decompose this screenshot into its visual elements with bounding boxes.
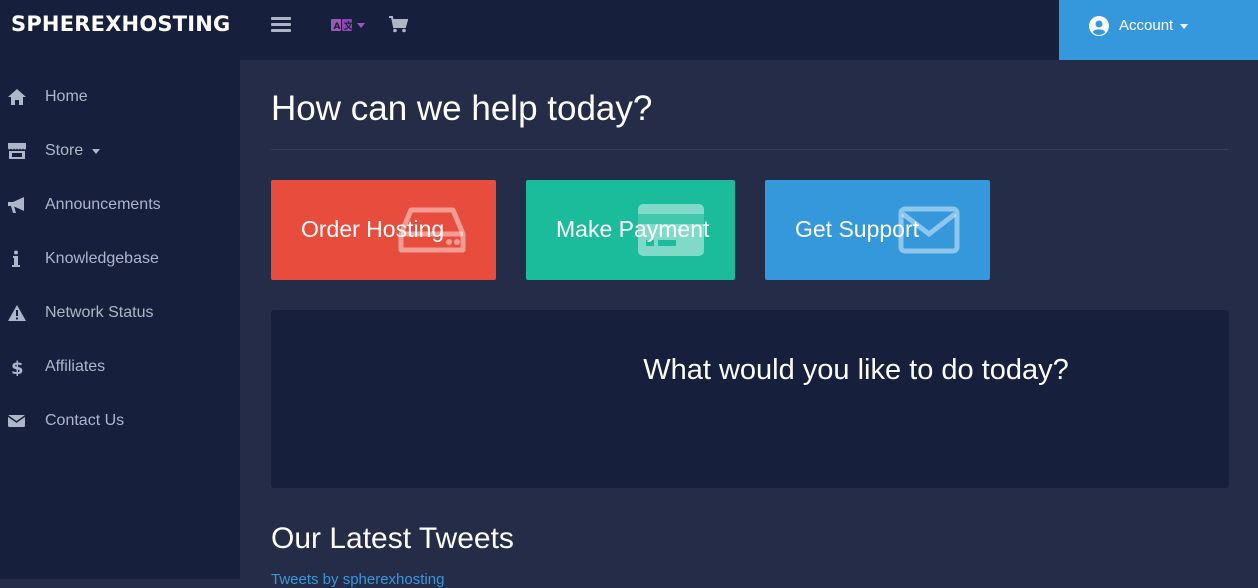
- actions-panel: What would you like to do today?: [271, 310, 1229, 488]
- account-label: Account: [1119, 17, 1174, 34]
- tweets-heading: Our Latest Tweets: [271, 522, 514, 555]
- sidebar-item-label: Store: [45, 142, 84, 159]
- order-hosting-button[interactable]: Order Hosting: [271, 180, 496, 280]
- top-bar: SPHEREXHOSTING A 文 Account: [0, 0, 1258, 60]
- panel-title: What would you like to do today?: [643, 354, 1069, 386]
- sidebar-item-home[interactable]: Home: [0, 70, 240, 124]
- info-icon: [12, 250, 20, 267]
- store-icon: [8, 143, 26, 159]
- get-support-button[interactable]: Get Support: [765, 180, 990, 280]
- sidebar-item-announcements[interactable]: Announcements: [0, 178, 240, 232]
- envelope-icon: [7, 415, 26, 427]
- divider: [271, 149, 1228, 150]
- dollar-icon: $: [11, 358, 24, 376]
- chevron-down-icon: [357, 22, 365, 28]
- sidebar-item-affiliates[interactable]: $ Affiliates: [0, 340, 240, 394]
- sidebar-item-label: Knowledgebase: [45, 250, 159, 267]
- sidebar-item-label: Home: [45, 88, 88, 105]
- svg-text:$: $: [11, 358, 24, 376]
- tweets-link[interactable]: Tweets by spherexhosting: [271, 571, 444, 588]
- warning-icon: [8, 305, 26, 321]
- language-selector[interactable]: A 文: [331, 19, 365, 31]
- brand-logo[interactable]: SPHEREXHOSTING: [11, 12, 230, 36]
- sidebar: Home Store Announcements Knowledgebase N…: [0, 60, 240, 579]
- sidebar-item-label: Contact Us: [45, 412, 125, 429]
- tile-label: Make Payment: [556, 216, 710, 242]
- chevron-down-icon: [92, 149, 100, 154]
- megaphone-icon: [8, 197, 24, 213]
- make-payment-button[interactable]: Make Payment: [526, 180, 735, 280]
- menu-toggle-icon[interactable]: [271, 17, 291, 35]
- account-menu-button[interactable]: Account: [1059, 0, 1258, 60]
- sidebar-item-contact-us[interactable]: Contact Us: [0, 394, 240, 448]
- sidebar-item-label: Network Status: [45, 304, 154, 321]
- tile-label: Get Support: [795, 216, 920, 242]
- svg-text:A: A: [334, 22, 341, 31]
- user-circle-icon: [1089, 16, 1109, 36]
- tile-label: Order Hosting: [301, 216, 445, 242]
- sidebar-item-label: Announcements: [45, 196, 161, 213]
- chevron-down-icon: [1180, 24, 1188, 29]
- cart-icon[interactable]: [389, 16, 409, 38]
- page-title: How can we help today?: [271, 89, 653, 128]
- sidebar-item-label: Affiliates: [45, 358, 106, 375]
- home-icon: [8, 89, 26, 105]
- sidebar-item-store[interactable]: Store: [0, 124, 240, 178]
- sidebar-item-network-status[interactable]: Network Status: [0, 286, 240, 340]
- svg-text:文: 文: [343, 20, 353, 31]
- sidebar-item-knowledgebase[interactable]: Knowledgebase: [0, 232, 240, 286]
- language-icon: A 文: [331, 19, 353, 31]
